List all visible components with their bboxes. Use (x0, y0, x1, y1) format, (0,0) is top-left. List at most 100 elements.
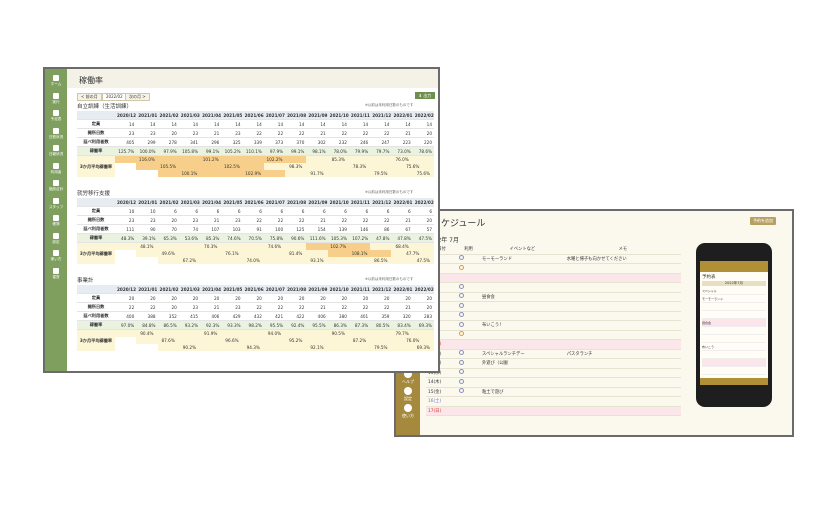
row-days: 開所日数 22 22 20 23 21 23 22 22 22 21 22 22 22 21 20 (77, 302, 434, 312)
attend-mark-icon[interactable] (459, 369, 465, 375)
attend-mark-icon[interactable] (459, 331, 465, 337)
attend-mark-icon[interactable] (459, 350, 465, 356)
cell-days: 21 (391, 215, 413, 225)
row-label: 定員 (77, 119, 115, 129)
row-attend (457, 406, 480, 416)
cell-rate: 47.8% (370, 233, 392, 243)
add-reservation-button[interactable]: 予約を追加 (750, 217, 776, 225)
cell-users: 57 (412, 224, 434, 234)
period-input[interactable]: 2022/02 (102, 93, 127, 101)
sidebar-item-label: 運営 (52, 274, 60, 279)
sidebar-item-label: ヘルプ (402, 379, 414, 384)
cell-capacity: 20 (285, 293, 307, 303)
sidebar-item[interactable]: 実行 (46, 92, 66, 104)
attend-mark-icon[interactable] (459, 312, 465, 318)
sidebar-item[interactable]: スタッフ (46, 197, 66, 209)
row-event (479, 406, 565, 416)
schedule-row[interactable]: 13(水) (426, 368, 681, 378)
sidebar-item[interactable]: 予定表 (46, 110, 66, 121)
sidebar-item[interactable]: 日割状況 (46, 127, 66, 139)
cell-days: 22 (370, 128, 392, 138)
cell-rate: 86.5% (157, 320, 179, 330)
row-attend (457, 292, 480, 302)
export-button[interactable]: ⬇ 出力 (415, 92, 435, 99)
schedule-row[interactable]: 1(金)モーモーランド水曜と帰子も向かせてください (426, 254, 681, 264)
phone-nav-bar (700, 378, 768, 385)
cell-users: 125 (285, 224, 307, 234)
avg-cell: 90.5% (306, 329, 371, 337)
sidebar-item[interactable]: 使い方 (398, 404, 418, 418)
schedule-row[interactable]: 15(金) 粘土で遊び (426, 387, 681, 397)
schedule-row[interactable]: 3(日) (426, 273, 681, 283)
month-header: 2021/06 (242, 198, 264, 207)
avg-cell: 79.5% (348, 344, 413, 351)
month-header: 2020/12 (115, 198, 137, 207)
attend-mark-icon[interactable] (459, 255, 465, 261)
sidebar-item[interactable]: 日報状況 (46, 145, 66, 156)
cell-capacity: 6 (348, 206, 371, 216)
row-label (77, 257, 115, 264)
attend-mark-icon[interactable] (459, 293, 465, 299)
cell-days: 22 (115, 302, 137, 312)
attend-mark-icon[interactable] (459, 359, 465, 365)
avg-cell: 102.5% (200, 163, 264, 170)
schedule-row[interactable]: 6(水) (426, 301, 681, 312)
schedule-row[interactable]: 2(土) (426, 263, 681, 274)
schedule-row[interactable]: 17(日) (426, 406, 681, 416)
phone-row (702, 327, 766, 335)
schedule-row[interactable]: 4(月) (426, 282, 681, 293)
avg-cell: 74.0% (221, 257, 286, 264)
cell-rate: 97.9% (157, 146, 179, 156)
row-attend (457, 368, 480, 378)
cell-capacity: 20 (348, 293, 371, 303)
row-memo (564, 368, 681, 378)
attend-mark-icon[interactable] (459, 264, 465, 270)
cell-rate: 65.3% (157, 233, 179, 243)
sidebar-item-label: 設定 (404, 396, 412, 401)
schedule-row[interactable]: 10(日) (426, 339, 681, 350)
schedule-row[interactable]: 9(土) (426, 330, 681, 340)
sidebar-item[interactable]: 施設合計 (46, 180, 66, 191)
schedule-row[interactable]: 8(金)布いこう！ (426, 320, 681, 331)
sidebar-item[interactable]: 利用者 (46, 162, 66, 174)
month-header: 2021/11 (348, 285, 371, 294)
menu-icon (53, 180, 59, 186)
cell-days: 23 (178, 215, 201, 225)
schedule-row[interactable]: 12(火)外遊び（公園 (426, 358, 681, 369)
attend-mark-icon[interactable] (459, 388, 465, 394)
sidebar-item[interactable]: 設定 (398, 387, 418, 401)
schedule-row[interactable]: 11(月)スペシャルランチデーパスタランチ (426, 349, 681, 359)
attend-mark-icon[interactable] (459, 321, 465, 327)
sidebar-item[interactable]: ホーム (46, 75, 66, 86)
sidebar-item[interactable]: 運営 (46, 267, 66, 279)
cell-days: 23 (221, 302, 243, 312)
prev-month-button[interactable]: < 前の月 (77, 93, 102, 101)
cell-days: 23 (221, 128, 243, 138)
cell-users: 246 (348, 137, 371, 147)
cell-capacity: 20 (412, 293, 434, 303)
schedule-row[interactable]: 16(土) (426, 396, 681, 407)
cell-days: 21 (200, 302, 222, 312)
sidebar-item[interactable]: 帳簿 (46, 215, 66, 226)
cell-days: 22 (242, 128, 264, 138)
attend-mark-icon[interactable] (459, 283, 465, 289)
section-note: ※以前は未利用日数のものです (365, 277, 414, 281)
schedule-row[interactable]: 5(火)昼食会 (426, 292, 681, 302)
cell-rate: 100.0% (136, 146, 158, 156)
attend-mark-icon[interactable] (459, 378, 465, 384)
sidebar-item[interactable]: 設定 (46, 232, 66, 244)
cell-capacity: 6 (157, 206, 179, 216)
cell-users: 103 (221, 224, 243, 234)
month-header: 2021/11 (348, 198, 371, 207)
schedule-row[interactable]: 7(木) (426, 311, 681, 321)
row-attend (457, 330, 480, 340)
month-header-row: 2020/12 2021/01 2021/02 2021/03 2021/04 2021/… (77, 111, 434, 120)
avg-row: 90.4% 91.9% 94.0% 90.5% 79.7% (77, 329, 434, 337)
attend-mark-icon[interactable] (459, 302, 465, 308)
next-month-button[interactable]: 次の月 > (125, 93, 150, 101)
schedule-row[interactable]: 14(木) (426, 377, 681, 388)
cell-rate: 105.8% (178, 146, 201, 156)
sidebar-item-label: 実行 (52, 99, 60, 104)
month-header: 2021/08 (285, 285, 307, 294)
sidebar-item[interactable]: 使い方 (46, 250, 66, 261)
